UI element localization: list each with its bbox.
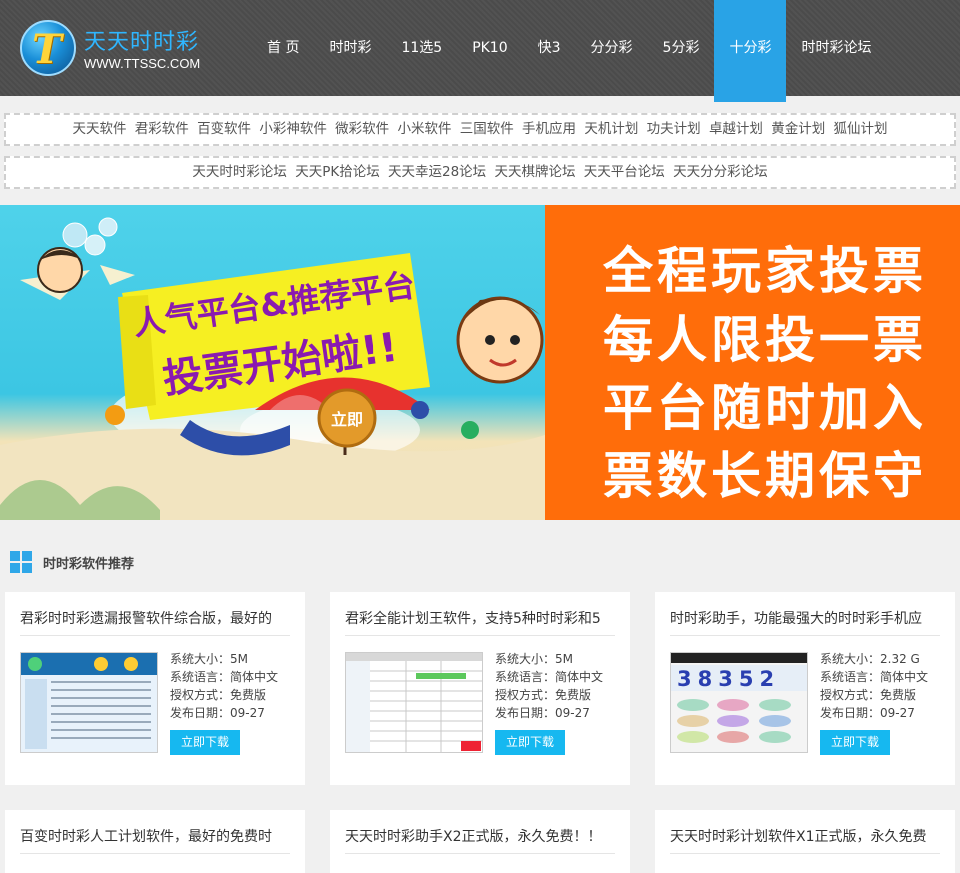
software-card[interactable]: 天天时时彩助手X2正式版，永久免费！！ — [330, 810, 630, 873]
software-card[interactable]: 时时彩助手，功能最强大的时时彩手机应 38352 系统大小：2.32 G 系统语… — [655, 592, 955, 785]
software-card[interactable]: 百变时时彩人工计划软件，最好的免费时 — [5, 810, 305, 873]
nav-item-pk10[interactable]: PK10 — [457, 0, 522, 96]
nav-item-ffc[interactable]: 分分彩 — [576, 0, 648, 96]
card-size: 系统大小：5M — [495, 652, 573, 666]
banner-slogan-panel: 全程玩家投票 每人限投一票 平台随时加入 票数长期保守 — [545, 205, 960, 520]
card-meta: 系统大小：5M 系统语言：简体中文 授权方式：免费版 发布日期：09-27 — [495, 650, 603, 722]
software-card[interactable]: 君彩全能计划王软件，支持5种时时彩和5 系统大小：5M 系统语言：简体中文 授权… — [330, 592, 630, 785]
link-forum[interactable]: 天天平台论坛 — [584, 164, 665, 180]
logo-mark-icon: T — [20, 20, 76, 76]
card-title[interactable]: 天天时时彩助手X2正式版，永久免费！！ — [345, 826, 615, 846]
nav-item-10fc[interactable]: 十分彩 — [714, 0, 787, 102]
link-software[interactable]: 小彩神软件 — [259, 121, 327, 137]
card-meta: 系统大小：5M 系统语言：简体中文 授权方式：免费版 发布日期：09-27 — [170, 650, 278, 722]
card-title[interactable]: 天天时时彩计划软件X1正式版，永久免费 — [670, 826, 940, 846]
card-divider — [20, 635, 290, 636]
link-software[interactable]: 手机应用 — [522, 121, 576, 137]
card-thumbnail[interactable]: 38352 — [670, 652, 808, 753]
download-button[interactable]: 立即下载 — [170, 730, 240, 755]
banner-cta: 立即 — [331, 410, 363, 429]
link-forum[interactable]: 天天幸运28论坛 — [388, 164, 486, 180]
card-language: 系统语言：简体中文 — [820, 670, 929, 684]
card-size: 系统大小：2.32 G — [820, 652, 920, 666]
link-software[interactable]: 小米软件 — [397, 121, 451, 137]
card-thumbnail[interactable] — [20, 652, 158, 753]
card-license: 授权方式：免费版 — [170, 688, 267, 702]
software-screenshot — [346, 653, 482, 752]
phone-app-screenshot: 38352 — [671, 653, 807, 752]
card-divider — [345, 635, 615, 636]
software-screenshot — [21, 653, 157, 752]
slogan-line: 每人限投一票 — [603, 311, 927, 369]
software-links-bar: 天天软件 君彩软件 百变软件 小彩神软件 微彩软件 小米软件 三国软件 手机应用… — [4, 113, 956, 146]
banner-illustration: 人气平台&推荐平台 投票开始啦!! 立即 — [0, 205, 545, 520]
grid-icon — [10, 551, 32, 573]
card-date: 发布日期：09-27 — [820, 706, 915, 720]
card-divider — [345, 853, 615, 854]
card-divider — [670, 635, 940, 636]
card-meta: 系统大小：2.32 G 系统语言：简体中文 授权方式：免费版 发布日期：09-2… — [820, 650, 928, 722]
link-software[interactable]: 百变软件 — [197, 121, 251, 137]
link-software[interactable]: 功夫计划 — [647, 121, 701, 137]
card-date: 发布日期：09-27 — [170, 706, 265, 720]
link-software[interactable]: 三国软件 — [460, 121, 514, 137]
forum-links-bar: 天天时时彩论坛 天天PK拾论坛 天天幸运28论坛 天天棋牌论坛 天天平台论坛 天… — [4, 156, 956, 189]
software-card[interactable]: 天天时时彩计划软件X1正式版，永久免费 — [655, 810, 955, 873]
card-title[interactable]: 时时彩助手，功能最强大的时时彩手机应 — [670, 608, 940, 628]
main-nav: 首 页 时时彩 11选5 PK10 快3 分分彩 5分彩 十分彩 时时彩论坛 — [252, 0, 886, 102]
section-title: 时时彩软件推荐 — [43, 556, 135, 572]
link-forum[interactable]: 天天棋牌论坛 — [494, 164, 575, 180]
link-software[interactable]: 黄金计划 — [771, 121, 825, 137]
card-license: 授权方式：免费版 — [495, 688, 592, 702]
nav-item-k3[interactable]: 快3 — [523, 0, 576, 96]
link-software[interactable]: 卓越计划 — [709, 121, 763, 137]
site-logo[interactable]: T 天天时时彩 WWW.TTSSC.COM — [20, 18, 220, 78]
link-forum[interactable]: 天天分分彩论坛 — [673, 164, 768, 180]
card-date: 发布日期：09-27 — [495, 706, 590, 720]
nav-item-11x5[interactable]: 11选5 — [386, 0, 457, 96]
site-header: T 天天时时彩 WWW.TTSSC.COM 首 页 时时彩 11选5 PK10 … — [0, 0, 960, 102]
nav-item-home[interactable]: 首 页 — [252, 0, 314, 96]
card-language: 系统语言：简体中文 — [170, 670, 279, 684]
link-software[interactable]: 狐仙计划 — [834, 121, 888, 137]
link-software[interactable]: 天天软件 — [72, 121, 126, 137]
card-title[interactable]: 百变时时彩人工计划软件，最好的免费时 — [20, 826, 290, 846]
card-title[interactable]: 君彩全能计划王软件，支持5种时时彩和5 — [345, 608, 615, 628]
link-forum[interactable]: 天天时时彩论坛 — [192, 164, 287, 180]
download-button[interactable]: 立即下载 — [495, 730, 565, 755]
banner-art: 人气平台&推荐平台 投票开始啦!! 立即 — [0, 217, 545, 520]
link-software[interactable]: 微彩软件 — [335, 121, 389, 137]
vote-banner[interactable]: 人气平台&推荐平台 投票开始啦!! 立即 全程玩家投票 每人限投一票 平台随时加… — [0, 205, 960, 520]
slogan-line: 平台随时加入 — [603, 379, 927, 437]
section-header: 时时彩软件推荐 — [10, 550, 134, 574]
card-divider — [20, 853, 290, 854]
card-divider — [670, 853, 940, 854]
logo-name-en: WWW.TTSSC.COM — [84, 56, 201, 71]
logo-name-cn: 天天时时彩 — [84, 30, 200, 55]
card-language: 系统语言：简体中文 — [495, 670, 604, 684]
link-forum[interactable]: 天天PK拾论坛 — [295, 164, 380, 180]
card-size: 系统大小：5M — [170, 652, 248, 666]
link-software[interactable]: 君彩软件 — [135, 121, 189, 137]
card-title[interactable]: 君彩时时彩遗漏报警软件综合版，最好的 — [20, 608, 290, 628]
slogan-line: 票数长期保守 — [603, 447, 927, 505]
card-thumbnail[interactable] — [345, 652, 483, 753]
nav-item-ssc[interactable]: 时时彩 — [314, 0, 386, 96]
download-button[interactable]: 立即下载 — [820, 730, 890, 755]
software-card[interactable]: 君彩时时彩遗漏报警软件综合版，最好的 系统大小：5M 系统语言：简体中文 授权方… — [5, 592, 305, 785]
card-license: 授权方式：免费版 — [820, 688, 917, 702]
slogan-line: 全程玩家投票 — [603, 242, 927, 300]
phone-app-number: 38352 — [677, 667, 780, 691]
nav-item-forum[interactable]: 时时彩论坛 — [786, 0, 886, 96]
nav-item-5fc[interactable]: 5分彩 — [648, 0, 715, 96]
link-software[interactable]: 天机计划 — [584, 121, 638, 137]
